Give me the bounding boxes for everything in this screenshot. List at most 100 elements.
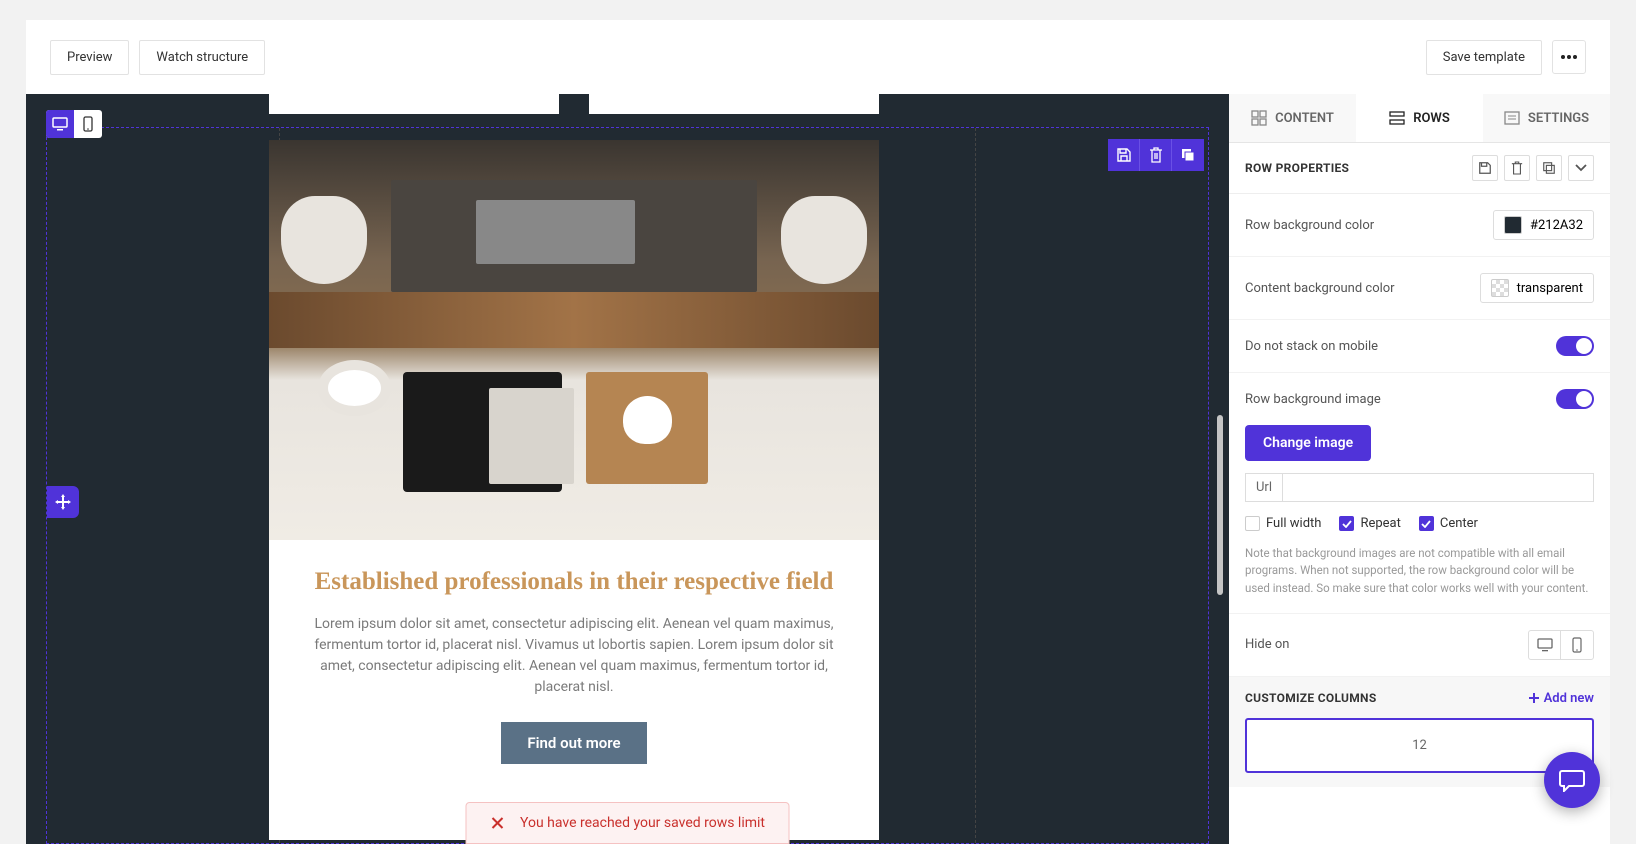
center-checkbox[interactable]: Center [1419, 516, 1478, 531]
bgcolor-picker[interactable]: #212A32 [1493, 210, 1594, 240]
desktop-icon [1537, 638, 1553, 652]
topbar-right: Save template [1426, 40, 1586, 75]
content-body: Lorem ipsum dolor sit amet, consectetur … [269, 596, 879, 698]
close-icon[interactable] [490, 816, 504, 830]
column-width-box[interactable]: 12 [1245, 718, 1594, 773]
section-actions [1472, 155, 1594, 181]
topbar: Preview Watch structure Save template [26, 20, 1610, 94]
ellipsis-icon [1561, 55, 1577, 59]
card-placeholder [589, 94, 879, 114]
property-label: Hide on [1245, 637, 1289, 652]
repeat-checkbox[interactable]: Repeat [1339, 516, 1400, 531]
help-fab[interactable] [1544, 752, 1600, 808]
hide-mobile-button[interactable] [1561, 631, 1593, 659]
content-heading: Established professionals in their respe… [269, 568, 879, 596]
columns-header: CUSTOMIZE COLUMNS Add new [1245, 691, 1594, 706]
bgimage-options: Full width Repeat Center [1245, 516, 1594, 531]
preview-button[interactable]: Preview [50, 40, 129, 75]
tab-label: ROWS [1413, 111, 1450, 126]
contentbg-picker[interactable]: transparent [1480, 273, 1594, 303]
chevron-down-icon [1575, 164, 1587, 172]
move-icon [55, 494, 71, 510]
desktop-icon [52, 117, 68, 131]
tab-rows[interactable]: ROWS [1356, 94, 1483, 142]
mobile-icon [83, 116, 93, 132]
tab-settings[interactable]: SETTINGS [1483, 94, 1610, 142]
hide-desktop-button[interactable] [1529, 631, 1561, 659]
settings-icon [1504, 111, 1520, 125]
hero-image [269, 140, 879, 540]
bgimage-note: Note that background images are not comp… [1245, 545, 1594, 597]
row-bgimage: Row background image [1229, 373, 1610, 425]
tab-label: CONTENT [1275, 111, 1334, 126]
property-label: Content background color [1245, 281, 1395, 296]
change-image-button[interactable]: Change image [1245, 425, 1371, 461]
url-label: Url [1245, 473, 1282, 502]
collapse-section-button[interactable] [1568, 155, 1594, 181]
grid-icon [1251, 110, 1267, 126]
color-value: transparent [1517, 281, 1583, 296]
move-handle[interactable] [47, 486, 79, 518]
editor-canvas[interactable]: Established professionals in their respe… [26, 94, 1229, 844]
checkbox-label: Repeat [1360, 516, 1400, 531]
save-icon [1116, 147, 1132, 163]
color-swatch [1491, 279, 1509, 297]
plus-icon [1528, 692, 1540, 704]
checkbox-label: Center [1440, 516, 1478, 531]
color-value: #212A32 [1530, 218, 1583, 233]
mobile-icon [1572, 637, 1582, 653]
content-block[interactable]: Established professionals in their respe… [269, 140, 879, 840]
row-bgcolor: Row background color #212A32 [1229, 194, 1610, 257]
add-column-button[interactable]: Add new [1528, 691, 1594, 706]
property-label: Do not stack on mobile [1245, 339, 1378, 354]
row-properties-header: ROW PROPERTIES [1229, 143, 1610, 194]
bgimage-subsection: Change image Url Full width Repeat Cente… [1229, 425, 1610, 614]
checkbox-icon [1245, 516, 1260, 531]
color-swatch [1504, 216, 1522, 234]
save-row-button[interactable] [1108, 139, 1140, 171]
trash-icon [1511, 161, 1523, 175]
nostack-toggle[interactable] [1556, 336, 1594, 356]
row-nostack: Do not stack on mobile [1229, 320, 1610, 373]
panel-tabs: CONTENT ROWS SETTINGS [1229, 94, 1610, 143]
copy-icon [1542, 161, 1556, 175]
delete-row-button[interactable] [1140, 139, 1172, 171]
checkbox-icon [1339, 516, 1354, 531]
more-button[interactable] [1552, 40, 1586, 74]
checkbox-icon [1419, 516, 1434, 531]
hideon-devices [1528, 630, 1594, 660]
tab-label: SETTINGS [1528, 111, 1589, 126]
chat-icon [1559, 768, 1585, 792]
mobile-view-button[interactable] [74, 110, 102, 138]
checkbox-label: Full width [1266, 516, 1321, 531]
save-icon [1478, 161, 1492, 175]
url-input[interactable] [1282, 473, 1594, 502]
device-toggle [46, 110, 102, 138]
row-actions-toolbar [1108, 139, 1204, 171]
scrollbar[interactable] [1217, 415, 1223, 595]
fullwidth-checkbox[interactable]: Full width [1245, 516, 1321, 531]
save-section-button[interactable] [1472, 155, 1498, 181]
bgimage-toggle[interactable] [1556, 389, 1594, 409]
alert-text: You have reached your saved rows limit [520, 815, 765, 831]
top-cards-row [269, 94, 879, 114]
property-label: Row background image [1245, 392, 1381, 407]
add-label: Add new [1544, 691, 1594, 706]
watch-structure-button[interactable]: Watch structure [139, 40, 265, 75]
desktop-view-button[interactable] [46, 110, 74, 138]
duplicate-section-button[interactable] [1536, 155, 1562, 181]
row-hideon: Hide on [1229, 614, 1610, 677]
topbar-left: Preview Watch structure [50, 40, 265, 75]
properties-panel: CONTENT ROWS SETTINGS ROW PROPERTIES R [1229, 94, 1610, 844]
columns-title: CUSTOMIZE COLUMNS [1245, 691, 1377, 705]
tab-content[interactable]: CONTENT [1229, 94, 1356, 142]
section-title: ROW PROPERTIES [1245, 161, 1349, 175]
save-template-button[interactable]: Save template [1426, 40, 1542, 75]
panel-body: Row background color #212A32 Content bac… [1229, 194, 1610, 844]
card-placeholder [269, 94, 559, 114]
cta-button[interactable]: Find out more [501, 722, 646, 764]
trash-icon [1149, 147, 1163, 163]
property-label: Row background color [1245, 218, 1374, 233]
duplicate-row-button[interactable] [1172, 139, 1204, 171]
delete-section-button[interactable] [1504, 155, 1530, 181]
